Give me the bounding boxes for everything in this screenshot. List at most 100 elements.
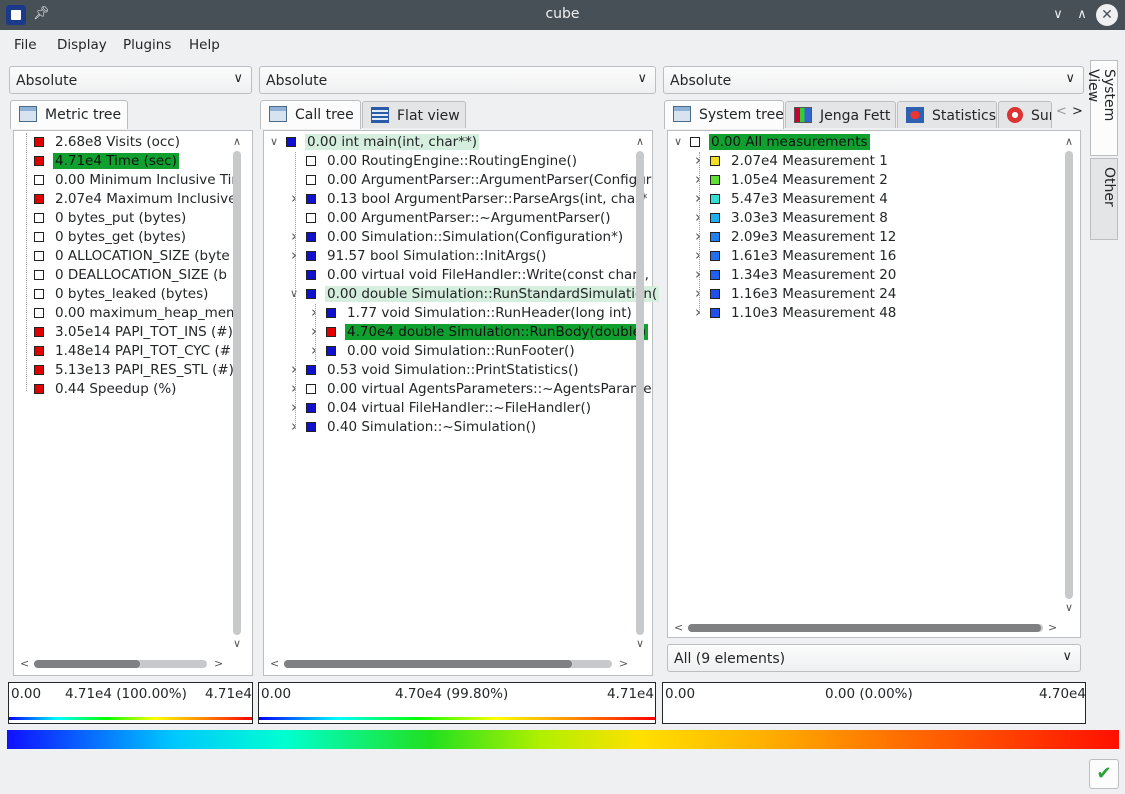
call-item[interactable]: 0.00 void Simulation::RunFooter() [326,342,577,361]
scroll-down-icon[interactable]: ∨ [233,637,241,650]
call-item[interactable]: 0.00 RoutingEngine::RoutingEngine() [306,152,579,171]
maximize-icon[interactable]: ∧ [1072,5,1092,25]
call-item[interactable]: 0.00 Simulation::Simulation(Configuratio… [306,228,625,247]
call-item[interactable]: 1.77 void Simulation::RunHeader(long int… [326,304,634,323]
system-mode-select[interactable]: Absolute ∨ [663,66,1084,94]
scroll-right-icon[interactable]: > [214,657,223,670]
call-item[interactable]: 0.00 int main(int, char**) [286,133,479,152]
metric-item[interactable]: 0.00 maximum_heap_mem [34,304,241,323]
metric-item[interactable]: 0 bytes_get (bytes) [34,228,188,247]
expand-icon[interactable]: › [288,227,300,245]
system-item[interactable]: 3.03e3 Measurement 8 [710,209,890,228]
call-item[interactable]: 0.00 ArgumentParser::~ArgumentParser() [306,209,613,228]
call-item[interactable]: 0.04 virtual FileHandler::~FileHandler() [306,399,593,418]
scroll-left-icon[interactable]: < [20,657,29,670]
tab-statistics[interactable]: Statistics [897,101,997,128]
call-item[interactable]: 0.00 double Simulation::RunStandardSimul… [306,285,660,304]
call-mode-select[interactable]: Absolute ∨ [259,66,656,94]
apply-button[interactable]: ✔ [1089,759,1119,789]
metric-item[interactable]: 5.13e13 PAPI_RES_STL (#) [34,361,236,380]
call-item[interactable]: 0.53 void Simulation::PrintStatistics() [306,361,581,380]
tab-call-tree[interactable]: Call tree [260,100,361,129]
metric-item[interactable]: 0.44 Speedup (%) [34,380,178,399]
tab-jenga-fett[interactable]: Jenga Fett [785,101,896,128]
collapse-icon[interactable]: ∨ [672,135,684,148]
tab-metric-tree[interactable]: Metric tree [10,100,128,129]
call-item[interactable]: 91.57 bool Simulation::InitArgs() [306,247,548,266]
expand-icon[interactable]: › [308,303,320,321]
tab-scroll-left-icon[interactable]: < [1056,104,1067,119]
scroll-left-icon[interactable]: < [270,657,279,670]
call-hscroll[interactable] [284,660,612,668]
metric-item[interactable]: 0 bytes_leaked (bytes) [34,285,210,304]
expand-icon[interactable]: › [288,417,300,435]
metric-item[interactable]: 0.00 Minimum Inclusive Tir [34,171,239,190]
expand-icon[interactable]: › [288,398,300,416]
menu-help[interactable]: Help [189,37,220,53]
tab-system-tree[interactable]: System tree [664,100,784,129]
call-item[interactable]: 0.40 Simulation::~Simulation() [306,418,538,437]
tab-sun[interactable]: Sun [998,101,1052,128]
metric-item[interactable]: 4.71e4 Time (sec) [34,152,179,171]
metric-item[interactable]: 0 bytes_put (bytes) [34,209,188,228]
menu-display[interactable]: Display [57,37,107,53]
collapse-icon[interactable]: ∨ [288,287,300,300]
expand-icon[interactable]: › [308,322,320,340]
system-item[interactable]: 2.09e3 Measurement 12 [710,228,898,247]
expand-icon[interactable]: › [692,170,704,188]
tab-system-view[interactable]: System View [1085,60,1118,156]
expand-icon[interactable]: › [308,341,320,359]
tab-scroll-right-icon[interactable]: > [1072,104,1083,119]
scroll-down-icon[interactable]: ∨ [1065,601,1073,614]
expand-icon[interactable]: › [288,246,300,264]
expand-icon[interactable]: › [692,246,704,264]
metric-hscroll[interactable] [34,660,207,668]
scroll-right-icon[interactable]: > [619,657,628,670]
system-item[interactable]: 1.16e3 Measurement 24 [710,285,898,304]
scroll-left-icon[interactable]: < [674,621,683,634]
metric-item[interactable]: 3.05e14 PAPI_TOT_INS (#) [34,323,235,342]
call-item[interactable]: 0.00 ArgumentParser::ArgumentParser(Conf… [306,171,653,190]
system-item[interactable]: 5.47e3 Measurement 4 [710,190,890,209]
scroll-up-icon[interactable]: ∧ [1065,135,1073,148]
system-item[interactable]: 1.10e3 Measurement 48 [710,304,898,323]
expand-icon[interactable]: › [692,265,704,283]
system-item[interactable]: 1.05e4 Measurement 2 [710,171,890,190]
expand-icon[interactable]: › [692,208,704,226]
expand-icon[interactable]: › [288,379,300,397]
tab-flat-view[interactable]: Flat view [362,101,466,128]
metric-item[interactable]: 0 ALLOCATION_SIZE (byte [34,247,232,266]
system-item[interactable]: 1.61e3 Measurement 16 [710,247,898,266]
metric-item[interactable]: 1.48e14 PAPI_TOT_CYC (# [34,342,233,361]
system-vscroll[interactable] [1065,151,1073,599]
metric-item[interactable]: 2.07e4 Maximum Inclusive [34,190,238,209]
system-hscroll[interactable] [688,624,1043,632]
menu-plugins[interactable]: Plugins [123,37,171,53]
collapse-icon[interactable]: ∨ [268,135,280,148]
system-filter-select[interactable]: All (9 elements) ∨ [667,644,1081,672]
system-item[interactable]: 1.34e3 Measurement 20 [710,266,898,285]
expand-icon[interactable]: › [288,189,300,207]
scroll-right-icon[interactable]: > [1048,621,1057,634]
menu-file[interactable]: File [14,37,37,53]
expand-icon[interactable]: › [692,303,704,321]
expand-icon[interactable]: › [692,189,704,207]
call-item[interactable]: 4.70e4 double Simulation::RunBody(double… [326,323,649,342]
scroll-down-icon[interactable]: ∨ [636,637,644,650]
minimize-icon[interactable]: ∨ [1048,5,1068,25]
metric-vscroll[interactable] [233,151,241,635]
scroll-up-icon[interactable]: ∧ [233,135,241,148]
scroll-up-icon[interactable]: ∧ [636,135,644,148]
metric-item[interactable]: 2.68e8 Visits (occ) [34,133,182,152]
metric-item[interactable]: 0 DEALLOCATION_SIZE (b [34,266,229,285]
tab-other[interactable]: Other [1090,158,1118,240]
call-item[interactable]: 0.13 bool ArgumentParser::ParseArgs(int,… [306,190,649,209]
system-item[interactable]: 2.07e4 Measurement 1 [710,152,890,171]
expand-icon[interactable]: › [692,284,704,302]
expand-icon[interactable]: › [692,227,704,245]
call-vscroll[interactable] [636,151,644,635]
call-item[interactable]: 0.00 virtual void FileHandler::Write(con… [306,266,651,285]
system-item[interactable]: 0.00 All measurements [690,133,870,152]
expand-icon[interactable]: › [288,360,300,378]
metric-mode-select[interactable]: Absolute ∨ [9,66,252,94]
